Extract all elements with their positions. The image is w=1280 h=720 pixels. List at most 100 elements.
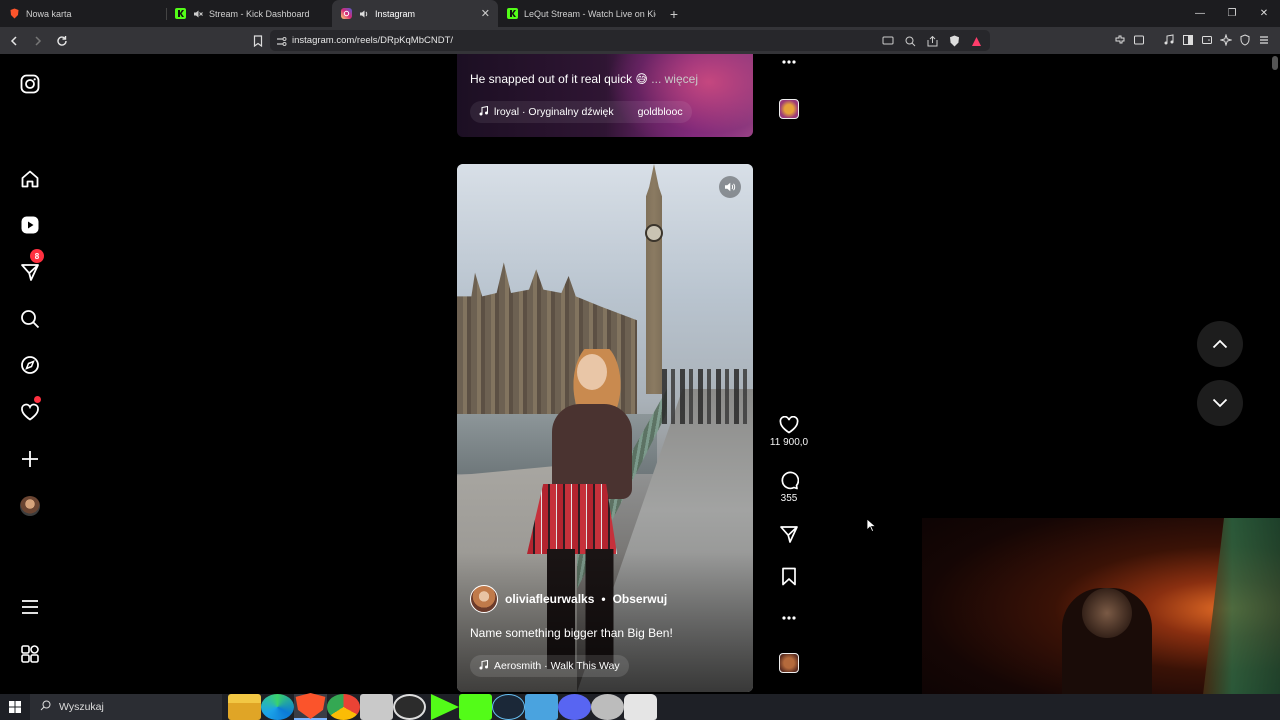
reload-button[interactable] [52, 31, 72, 51]
more-link[interactable]: ... więcej [651, 72, 698, 86]
volume-icon[interactable] [719, 176, 741, 198]
author-avatar[interactable] [470, 585, 498, 613]
share-icon[interactable] [924, 33, 940, 49]
music-note-icon [479, 659, 488, 673]
kick-app-icon[interactable] [459, 694, 492, 720]
more-options-icon[interactable] [776, 59, 802, 65]
author-username[interactable]: oliviafleurwalks [505, 592, 594, 606]
leo-ai-icon[interactable] [1218, 32, 1234, 48]
windows-start-icon[interactable] [0, 694, 30, 720]
zoom-icon[interactable] [902, 33, 918, 49]
remote-desktop-icon[interactable] [525, 694, 558, 720]
tab-title: Instagram [375, 8, 416, 19]
explore-icon[interactable] [18, 353, 42, 377]
utility-icon[interactable] [591, 694, 624, 720]
minimize-button[interactable]: — [1184, 0, 1216, 27]
site-settings-icon[interactable] [276, 34, 287, 52]
steam-icon[interactable] [492, 694, 525, 720]
mouse-cursor-icon [866, 518, 877, 537]
audio-thumbnail[interactable] [776, 653, 802, 673]
tab-title: Stream - Kick Dashboard [209, 8, 310, 19]
reels-icon[interactable] [18, 213, 42, 237]
app-icon[interactable] [360, 694, 393, 720]
tab-title: Nowa karta [26, 8, 72, 19]
menu-icon[interactable] [1256, 32, 1272, 48]
browser-toolbar: instagram.com/reels/DRpKqMbCNDT/ [0, 27, 1280, 54]
screenshot-icon[interactable] [1131, 32, 1147, 48]
like-count: 11 900,0 [769, 437, 809, 448]
wallet-icon[interactable] [1199, 32, 1215, 48]
follow-button[interactable]: Obserwuj [613, 592, 668, 606]
reel-video[interactable]: oliviafleurwalks • Obserwuj Name somethi… [457, 164, 753, 692]
also-from-meta-icon[interactable] [18, 642, 42, 666]
sidebar-toggle-icon[interactable] [1180, 32, 1196, 48]
url-text: instagram.com/reels/DRpKqMbCNDT/ [292, 35, 454, 46]
edge-icon[interactable] [261, 694, 294, 720]
scrollbar-thumb[interactable] [1272, 56, 1278, 70]
separator-dot: • [601, 592, 606, 606]
cast-icon[interactable] [880, 33, 896, 49]
muted-speaker-icon[interactable] [192, 8, 203, 19]
search-icon [40, 700, 51, 714]
home-icon[interactable] [18, 167, 42, 191]
webcam-overlay [922, 518, 1280, 720]
create-icon[interactable] [18, 447, 42, 471]
brave-shields-icon[interactable] [946, 33, 962, 49]
discord-icon[interactable] [558, 694, 591, 720]
reel-author: oliviafleurwalks • Obserwuj [470, 585, 667, 613]
brave-icon [9, 8, 20, 19]
new-tab-button[interactable]: + [664, 6, 684, 22]
forward-button[interactable] [28, 31, 48, 51]
back-button[interactable] [4, 31, 24, 51]
search-icon[interactable] [18, 307, 42, 331]
tab-lequt-stream[interactable]: LeQut Stream - Watch Live on Kick [498, 0, 664, 27]
reel-caption: Name something bigger than Big Ben! [470, 626, 673, 640]
notifications-heart-icon[interactable] [18, 396, 42, 424]
share-button[interactable] [776, 524, 802, 544]
comment-button[interactable]: 355 [776, 470, 802, 504]
notification-dot [34, 396, 41, 403]
previous-reel[interactable]: He snapped out of it real quick 😅 ... wi… [457, 54, 753, 137]
music-note-icon [479, 105, 488, 119]
previous-reel-music[interactable]: lroyal · Oryginalny dźwięk goldblooc [470, 101, 692, 123]
tray-app-icon[interactable] [624, 694, 657, 720]
speaker-icon[interactable] [358, 8, 369, 19]
file-explorer-icon[interactable] [228, 694, 261, 720]
previous-reel-button[interactable] [1197, 321, 1243, 367]
save-button[interactable] [776, 567, 802, 586]
vpn-icon[interactable] [1237, 32, 1253, 48]
messages-icon[interactable]: 8 [18, 249, 44, 284]
instagram-logo-icon[interactable] [18, 72, 42, 96]
tab-new-tab[interactable]: Nowa karta [0, 0, 166, 27]
more-menu-icon[interactable] [18, 595, 42, 619]
kick-icon [507, 8, 518, 19]
previous-reel-caption: He snapped out of it real quick 😅 ... wi… [470, 72, 698, 86]
taskbar-search[interactable]: Wyszukaj [30, 694, 222, 720]
obs-icon[interactable] [393, 694, 426, 720]
kick-icon [175, 8, 186, 19]
reel-music[interactable]: Aerosmith · Walk This Way [470, 655, 629, 677]
audio-thumbnail[interactable] [776, 99, 802, 119]
like-button[interactable]: 11 900,0 [770, 416, 808, 448]
brave-rewards-icon[interactable] [968, 33, 984, 49]
tab-kick-dashboard[interactable]: Stream - Kick Dashboard [166, 0, 332, 27]
media-controls-icon[interactable] [1161, 32, 1177, 48]
close-tab-icon[interactable]: ✕ [481, 7, 490, 20]
chrome-icon[interactable] [327, 694, 360, 720]
restore-button[interactable]: ❐ [1216, 0, 1248, 27]
brave-icon[interactable] [294, 693, 327, 720]
extensions-icon[interactable] [1112, 32, 1128, 48]
comment-count: 355 [780, 493, 798, 504]
left-navigation: 8 [0, 54, 60, 694]
media-app-icon[interactable] [426, 694, 459, 720]
close-window-button[interactable]: ✕ [1248, 0, 1280, 27]
tab-instagram[interactable]: Instagram ✕ [332, 0, 498, 27]
bookmark-icon[interactable] [248, 31, 268, 51]
avatar [20, 496, 40, 516]
windows-taskbar: Wyszukaj [0, 693, 1280, 720]
address-bar[interactable]: instagram.com/reels/DRpKqMbCNDT/ [270, 30, 990, 51]
more-options-icon[interactable] [776, 615, 802, 621]
profile-avatar[interactable] [18, 494, 42, 518]
browser-tab-strip: Nowa karta Stream - Kick Dashboard Insta… [0, 0, 1280, 27]
next-reel-button[interactable] [1197, 380, 1243, 426]
